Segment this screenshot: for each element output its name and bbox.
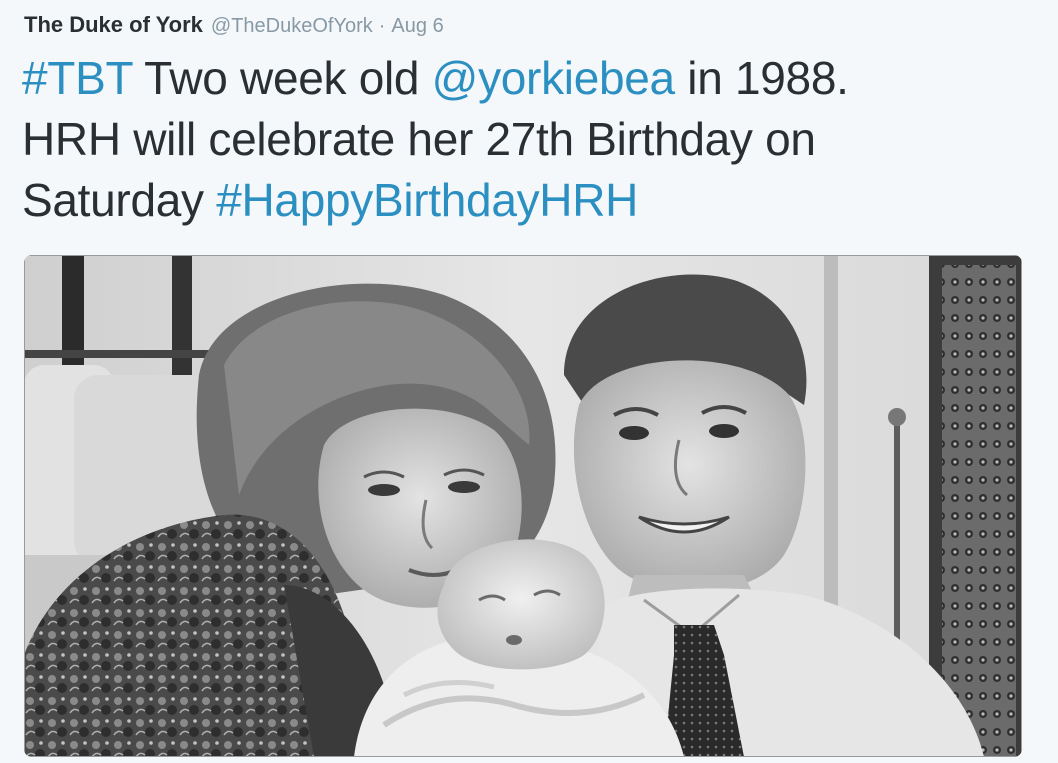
tweet-text: #TBT Two week old @yorkiebea in 1988. HR… [22, 48, 1032, 231]
tweet-text-segment: in 1988. [674, 52, 849, 104]
tweet-card[interactable]: The Duke of York @TheDukeOfYork · Aug 6 … [0, 0, 1058, 763]
tweet-media-photo[interactable] [24, 255, 1022, 757]
hashtag-happybirthdayhrh[interactable]: #HappyBirthdayHRH [216, 174, 638, 226]
family-photo-illustration [24, 255, 1022, 757]
tweet-text-segment: Two week old [132, 52, 432, 104]
tweet-text-line-2: HRH will celebrate her 27th Birthday on [22, 109, 1032, 170]
tweet-header: The Duke of York @TheDukeOfYork · Aug 6 [24, 12, 444, 42]
tweet-text-line-3: Saturday #HappyBirthdayHRH [22, 170, 1032, 231]
tweet-text-segment: HRH will celebrate her 27th Birthday on [22, 113, 816, 165]
tweet-timestamp[interactable]: Aug 6 [391, 15, 443, 38]
author-username[interactable]: @TheDukeOfYork [211, 15, 373, 38]
mention-yorkiebea[interactable]: @yorkiebea [432, 52, 675, 104]
tweet-text-segment: Saturday [22, 174, 217, 226]
header-separator: · [378, 15, 386, 37]
tweet-text-line-1: #TBT Two week old @yorkiebea in 1988. [22, 48, 1032, 109]
hashtag-tbt[interactable]: #TBT [22, 52, 133, 104]
author-display-name[interactable]: The Duke of York [24, 12, 203, 38]
